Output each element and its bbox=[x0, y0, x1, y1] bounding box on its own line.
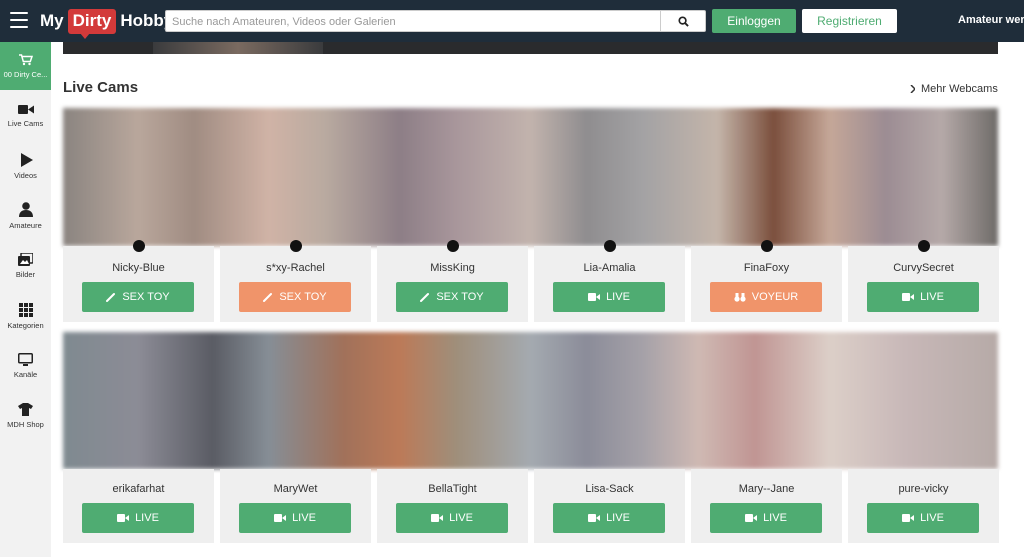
site-logo[interactable]: My Dirty Hobby bbox=[40, 7, 173, 39]
sidebar-item-kanaele[interactable]: Kanäle bbox=[0, 342, 51, 390]
toy-icon bbox=[106, 293, 116, 302]
sidebar-item-live-cams[interactable]: Live Cams bbox=[0, 92, 51, 140]
register-button[interactable]: Registrieren bbox=[802, 9, 897, 33]
online-status-badge bbox=[604, 240, 616, 252]
cam-live-button[interactable]: LIVE bbox=[710, 503, 822, 533]
cam-name[interactable]: Nicky-Blue bbox=[63, 262, 214, 274]
online-status-badge bbox=[447, 240, 459, 252]
section-title: Live Cams bbox=[63, 79, 139, 96]
sidebar-item-label: MDH Shop bbox=[7, 420, 44, 429]
cam-name[interactable]: MaryWet bbox=[220, 483, 371, 495]
cam-toy-button[interactable]: SEX TOY bbox=[239, 282, 351, 312]
cam-button-label: LIVE bbox=[920, 291, 944, 303]
sidebar: 00 Dirty Ce... Live Cams Videos Amateure… bbox=[0, 42, 51, 557]
sidebar-item-label: 00 Dirty Ce... bbox=[3, 69, 48, 79]
cam-name[interactable]: erikafarhat bbox=[63, 483, 214, 495]
video-camera-icon bbox=[17, 105, 34, 114]
cam-button-label: LIVE bbox=[920, 512, 944, 524]
monitor-icon bbox=[18, 353, 33, 366]
cam-name[interactable]: BellaTight bbox=[377, 483, 528, 495]
more-webcams-label: Mehr Webcams bbox=[921, 83, 998, 95]
cam-name[interactable]: Lia-Amalia bbox=[534, 262, 685, 274]
online-status-badge bbox=[133, 240, 145, 252]
sidebar-item-amateure[interactable]: Amateure bbox=[0, 192, 51, 240]
online-status-badge bbox=[290, 240, 302, 252]
cam-button-label: LIVE bbox=[449, 512, 473, 524]
video-camera-icon bbox=[588, 514, 601, 522]
cam-name[interactable]: s*xy-Rachel bbox=[220, 262, 371, 274]
cam-button-label: LIVE bbox=[763, 512, 787, 524]
tshirt-icon bbox=[18, 403, 33, 416]
login-button[interactable]: Einloggen bbox=[712, 9, 796, 33]
cam-name[interactable]: Mary--Jane bbox=[691, 483, 842, 495]
online-status-badge bbox=[918, 240, 930, 252]
sidebar-item-label: Amateure bbox=[9, 221, 42, 230]
video-camera-icon bbox=[902, 514, 915, 522]
cam-name[interactable]: MissKing bbox=[377, 262, 528, 274]
cam-live-button[interactable]: LIVE bbox=[867, 282, 979, 312]
binoculars-icon bbox=[734, 292, 746, 302]
thumbnail-band-row-2[interactable] bbox=[63, 332, 998, 469]
cam-button-label: SEX TOY bbox=[122, 291, 170, 303]
sidebar-item-mdh-shop[interactable]: MDH Shop bbox=[0, 392, 51, 440]
cam-button-label: SEX TOY bbox=[279, 291, 327, 303]
logo-my: My bbox=[40, 11, 64, 30]
video-camera-icon bbox=[902, 293, 915, 301]
hamburger-menu-icon[interactable] bbox=[10, 12, 28, 28]
toy-icon bbox=[420, 293, 430, 302]
video-camera-icon bbox=[431, 514, 444, 522]
search-button[interactable] bbox=[661, 10, 706, 32]
become-amateur-link[interactable]: Amateur werden bbox=[958, 14, 1024, 26]
cam-name[interactable]: CurvySecret bbox=[848, 262, 999, 274]
hero-banner-strip[interactable] bbox=[63, 42, 998, 54]
cam-toy-button[interactable]: SEX TOY bbox=[396, 282, 508, 312]
grid-icon bbox=[18, 302, 33, 317]
video-camera-icon bbox=[274, 514, 287, 522]
search-input[interactable]: Suche nach Amateuren, Videos oder Galeri… bbox=[165, 10, 661, 32]
search-icon bbox=[677, 15, 689, 27]
cam-voyeur-button[interactable]: VOYEUR bbox=[710, 282, 822, 312]
more-webcams-link[interactable]: Mehr Webcams bbox=[910, 83, 998, 95]
sidebar-item-label: Bilder bbox=[15, 270, 36, 279]
cam-toy-button[interactable]: SEX TOY bbox=[82, 282, 194, 312]
sidebar-item-bilder[interactable]: Bilder bbox=[0, 242, 51, 290]
cam-button-label: SEX TOY bbox=[436, 291, 484, 303]
video-camera-icon bbox=[117, 514, 130, 522]
sidebar-item-cart[interactable]: 00 Dirty Ce... bbox=[0, 42, 51, 90]
toy-icon bbox=[263, 293, 273, 302]
cam-button-label: LIVE bbox=[606, 291, 630, 303]
cart-icon bbox=[18, 53, 33, 65]
images-icon bbox=[18, 253, 33, 266]
play-icon bbox=[20, 152, 33, 167]
logo-dirty: Dirty bbox=[67, 8, 117, 39]
cam-button-label: LIVE bbox=[135, 512, 159, 524]
online-status-badge bbox=[761, 240, 773, 252]
cam-live-button[interactable]: LIVE bbox=[82, 503, 194, 533]
chevron-right-icon bbox=[910, 85, 915, 93]
sidebar-item-label: Kanäle bbox=[13, 370, 38, 379]
cam-button-label: LIVE bbox=[606, 512, 630, 524]
sidebar-item-label: Kategorien bbox=[7, 320, 44, 330]
top-bar: My Dirty Hobby Suche nach Amateuren, Vid… bbox=[0, 0, 1024, 42]
cam-name[interactable]: FinaFoxy bbox=[691, 262, 842, 274]
cam-live-button[interactable]: LIVE bbox=[396, 503, 508, 533]
video-camera-icon bbox=[588, 293, 601, 301]
sidebar-item-videos[interactable]: Videos bbox=[0, 142, 51, 190]
sidebar-item-label: Live Cams bbox=[7, 119, 44, 128]
cam-live-button[interactable]: LIVE bbox=[239, 503, 351, 533]
cam-button-label: VOYEUR bbox=[751, 291, 799, 303]
cam-button-label: LIVE bbox=[292, 512, 316, 524]
sidebar-item-label: Videos bbox=[14, 170, 37, 180]
video-camera-icon bbox=[745, 514, 758, 522]
cam-name[interactable]: Lisa-Sack bbox=[534, 483, 685, 495]
cam-live-button[interactable]: LIVE bbox=[553, 503, 665, 533]
user-icon bbox=[18, 202, 33, 217]
cam-name[interactable]: pure-vicky bbox=[848, 483, 999, 495]
cam-live-button[interactable]: LIVE bbox=[553, 282, 665, 312]
thumbnail-band-row-1[interactable] bbox=[63, 108, 998, 246]
sidebar-item-kategorien[interactable]: Kategorien bbox=[0, 292, 51, 340]
cam-live-button[interactable]: LIVE bbox=[867, 503, 979, 533]
